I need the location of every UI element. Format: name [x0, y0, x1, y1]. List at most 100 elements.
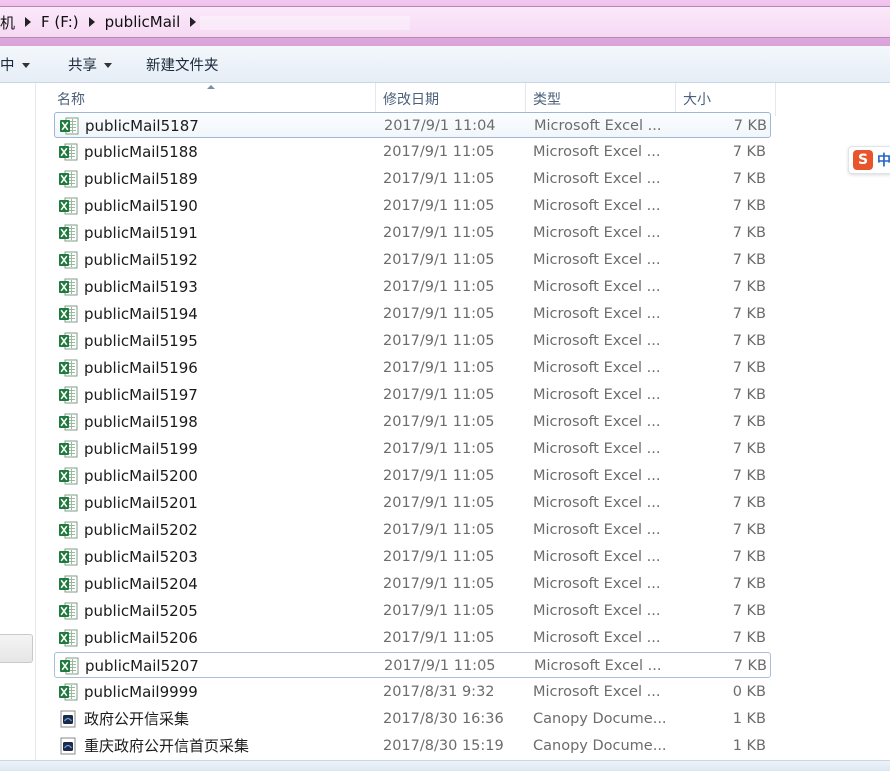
file-name: publicMail9999: [84, 683, 198, 701]
file-row[interactable]: 政府公开信采集 2017/8/30 16:36 Canopy Docume... 1 …: [54, 706, 771, 732]
file-row[interactable]: publicMail5189 2017/9/1 11:05 Microsoft Ex…: [54, 166, 771, 192]
file-type: Microsoft Excel ...: [533, 306, 661, 322]
file-name: publicMail5206: [84, 629, 198, 647]
file-modified-date: 2017/9/1 11:05: [383, 225, 495, 241]
file-size: 7 KB: [732, 468, 766, 484]
new-folder-button[interactable]: 新建文件夹: [136, 46, 229, 82]
excel-file-icon: [58, 170, 78, 188]
breadcrumb-drive[interactable]: F (F:): [35, 7, 85, 37]
excel-file-icon: [58, 521, 78, 539]
breadcrumb-folder[interactable]: publicMail: [99, 7, 187, 37]
file-row[interactable]: publicMail5192 2017/9/1 11:05 Microsoft Ex…: [54, 247, 771, 273]
excel-file-icon: [58, 575, 78, 593]
file-modified-date: 2017/9/1 11:05: [383, 576, 495, 592]
address-bar[interactable]: 机 F (F:) publicMail: [0, 6, 890, 38]
file-type: Microsoft Excel ...: [533, 441, 661, 457]
file-modified-date: 2017/9/1 11:05: [383, 279, 495, 295]
file-name: 政府公开信采集: [84, 710, 190, 728]
file-name: publicMail5193: [84, 278, 198, 296]
file-row[interactable]: publicMail5187 2017/9/1 11:04 Microsoft Ex…: [54, 112, 771, 138]
file-row[interactable]: publicMail5191 2017/9/1 11:05 Microsoft Ex…: [54, 220, 771, 246]
file-modified-date: 2017/9/1 11:05: [383, 171, 495, 187]
file-name: publicMail5201: [84, 494, 198, 512]
file-size: 1 KB: [732, 711, 766, 727]
navigation-pane[interactable]: [0, 83, 36, 770]
file-name: publicMail5197: [84, 386, 198, 404]
file-size: 7 KB: [733, 118, 767, 134]
file-modified-date: 2017/9/1 11:05: [383, 144, 495, 160]
file-row[interactable]: publicMail5202 2017/9/1 11:05 Microsoft Ex…: [54, 517, 771, 543]
excel-file-icon: [59, 117, 79, 135]
file-row[interactable]: publicMail5194 2017/9/1 11:05 Microsoft Ex…: [54, 301, 771, 327]
file-size: 7 KB: [732, 387, 766, 403]
file-row[interactable]: publicMail5195 2017/9/1 11:05 Microsoft Ex…: [54, 328, 771, 354]
chevron-down-icon: [21, 62, 30, 68]
file-row[interactable]: publicMail5200 2017/9/1 11:05 Microsoft Ex…: [54, 463, 771, 489]
excel-file-icon: [59, 657, 79, 675]
file-type: Microsoft Excel ...: [533, 360, 661, 376]
file-modified-date: 2017/9/1 11:05: [383, 333, 495, 349]
file-row[interactable]: publicMail9999 2017/8/31 9:32 Microsoft Ex…: [54, 679, 771, 705]
address-bar-glare: [200, 16, 410, 30]
file-name: publicMail5203: [84, 548, 198, 566]
file-modified-date: 2017/9/1 11:05: [383, 252, 495, 268]
file-type: Microsoft Excel ...: [533, 495, 661, 511]
share-button[interactable]: 共享: [58, 46, 122, 82]
file-row[interactable]: publicMail5201 2017/9/1 11:05 Microsoft Ex…: [54, 490, 771, 516]
excel-file-icon: [58, 332, 78, 350]
file-row[interactable]: publicMail5198 2017/9/1 11:05 Microsoft Ex…: [54, 409, 771, 435]
file-name: publicMail5205: [84, 602, 198, 620]
file-type: Microsoft Excel ...: [534, 118, 662, 134]
breadcrumb-separator-icon[interactable]: [25, 17, 32, 27]
sogou-logo-icon: S: [853, 150, 873, 170]
file-size: 7 KB: [732, 522, 766, 538]
excel-file-icon: [58, 197, 78, 215]
file-row[interactable]: publicMail5206 2017/9/1 11:05 Microsoft Ex…: [54, 625, 771, 651]
file-type: Microsoft Excel ...: [534, 658, 662, 674]
excel-file-icon: [58, 413, 78, 431]
file-modified-date: 2017/9/1 11:05: [383, 360, 495, 376]
status-bar: [0, 760, 890, 771]
file-type: Microsoft Excel ...: [533, 225, 661, 241]
chevron-down-icon: [104, 62, 112, 68]
file-type: Microsoft Excel ...: [533, 549, 661, 565]
excel-file-icon: [58, 305, 78, 323]
file-name: publicMail5195: [84, 332, 198, 350]
file-type: Canopy Docume...: [533, 738, 667, 754]
file-row[interactable]: publicMail5188 2017/9/1 11:05 Microsoft Ex…: [54, 139, 771, 165]
file-row[interactable]: publicMail5203 2017/9/1 11:05 Microsoft Ex…: [54, 544, 771, 570]
file-row[interactable]: publicMail5197 2017/9/1 11:05 Microsoft Ex…: [54, 382, 771, 408]
file-size: 7 KB: [732, 360, 766, 376]
file-row[interactable]: publicMail5199 2017/9/1 11:05 Microsoft Ex…: [54, 436, 771, 462]
breadcrumb-separator-icon[interactable]: [88, 17, 95, 27]
file-size: 7 KB: [732, 495, 766, 511]
file-row[interactable]: publicMail5204 2017/9/1 11:05 Microsoft Ex…: [54, 571, 771, 597]
file-size: 7 KB: [733, 658, 767, 674]
include-in-library-button[interactable]: 中: [0, 46, 50, 82]
file-modified-date: 2017/9/1 11:05: [383, 468, 495, 484]
ime-status-badge[interactable]: S 中: [848, 146, 890, 174]
file-modified-date: 2017/9/1 11:05: [383, 441, 495, 457]
sort-ascending-icon: [207, 85, 215, 89]
file-row[interactable]: 重庆政府公开信首页采集 2017/8/30 15:19 Canopy Docume.…: [54, 733, 771, 759]
breadcrumb-computer[interactable]: 机: [0, 7, 21, 37]
excel-file-icon: [58, 440, 78, 458]
title-bar: 机 F (F:) publicMail: [0, 0, 890, 46]
file-name: publicMail5207: [85, 657, 199, 675]
file-size: 7 KB: [732, 252, 766, 268]
file-row[interactable]: publicMail5205 2017/9/1 11:05 Microsoft Ex…: [54, 598, 771, 624]
nav-selected-item[interactable]: [0, 634, 33, 663]
file-row[interactable]: publicMail5190 2017/9/1 11:05 Microsoft Ex…: [54, 193, 771, 219]
file-row[interactable]: publicMail5193 2017/9/1 11:05 Microsoft Ex…: [54, 274, 771, 300]
excel-file-icon: [58, 683, 78, 701]
file-modified-date: 2017/9/1 11:05: [383, 414, 495, 430]
excel-file-icon: [58, 386, 78, 404]
file-modified-date: 2017/9/1 11:05: [383, 630, 495, 646]
file-row[interactable]: publicMail5196 2017/9/1 11:05 Microsoft Ex…: [54, 355, 771, 381]
file-name: publicMail5194: [84, 305, 198, 323]
file-type: Microsoft Excel ...: [533, 522, 661, 538]
file-row[interactable]: publicMail5207 2017/9/1 11:05 Microsoft Ex…: [54, 652, 771, 678]
breadcrumb-separator-icon[interactable]: [190, 17, 197, 27]
file-modified-date: 2017/8/30 15:19: [383, 738, 504, 754]
file-modified-date: 2017/9/1 11:05: [383, 549, 495, 565]
